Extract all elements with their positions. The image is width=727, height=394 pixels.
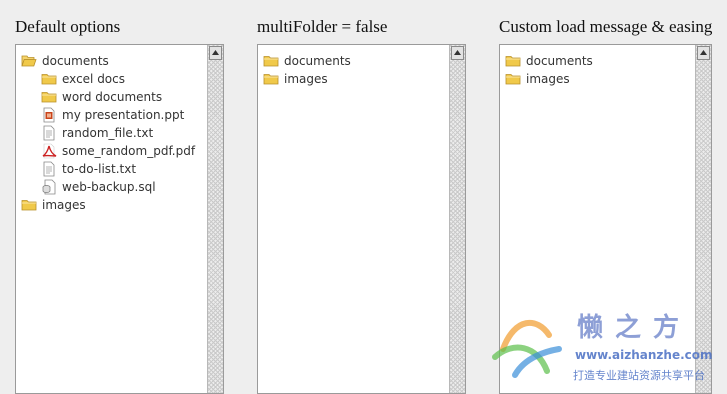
scroll-up-button[interactable] (697, 46, 710, 60)
watermark-url: www.aizhanzhe.com (575, 348, 713, 362)
tree-item-documents[interactable]: documents (258, 52, 451, 70)
demo-title: multiFolder = false (257, 17, 388, 36)
folder-icon (21, 200, 37, 211)
tree-item-label: images (526, 72, 570, 86)
vertical-scrollbar[interactable] (207, 45, 223, 393)
ppt-file-icon (43, 107, 55, 123)
folder-icon (263, 56, 279, 67)
tree-item-some-random-pdf[interactable]: some_random_pdf.pdf (16, 142, 209, 160)
arrow-up-icon (212, 50, 219, 55)
arrow-up-icon (700, 50, 707, 55)
tree-item-label: documents (526, 54, 593, 68)
tree-item-label: to-do-list.txt (62, 162, 137, 176)
file-tree: documents images (500, 52, 697, 88)
file-tree: documents excel docs word documents my p… (16, 52, 209, 214)
file-tree-panel[interactable]: documents excel docs word documents my p… (15, 44, 224, 394)
folder-icon (505, 74, 521, 85)
tree-item-to-do-list[interactable]: to-do-list.txt (16, 160, 209, 178)
folder-open-icon (21, 55, 37, 67)
tree-item-label: word documents (62, 90, 163, 104)
folder-icon (505, 56, 521, 67)
tree-item-label: web-backup.sql (62, 180, 156, 194)
tree-item-label: images (42, 198, 86, 212)
pdf-file-icon (42, 143, 57, 159)
arrow-up-icon (454, 50, 461, 55)
text-file-icon (43, 161, 55, 177)
tree-item-documents[interactable]: documents (16, 52, 209, 70)
tree-item-label: some_random_pdf.pdf (62, 144, 196, 158)
folder-icon (41, 92, 57, 103)
tree-item-label: documents (284, 54, 351, 68)
scroll-up-button[interactable] (209, 46, 222, 60)
text-file-icon (43, 125, 55, 141)
demo-title: Default options (15, 17, 121, 36)
tree-item-my-presentation[interactable]: my presentation.ppt (16, 106, 209, 124)
vertical-scrollbar[interactable] (449, 45, 465, 393)
tree-item-label: random_file.txt (62, 126, 154, 140)
tree-item-web-backup[interactable]: web-backup.sql (16, 178, 209, 196)
scroll-up-button[interactable] (451, 46, 464, 60)
watermark-slogan: 打造专业建站资源共享平台 (573, 369, 705, 382)
tree-item-label: images (284, 72, 328, 86)
database-file-icon (42, 179, 56, 195)
tree-item-random-file[interactable]: random_file.txt (16, 124, 209, 142)
tree-item-documents[interactable]: documents (500, 52, 697, 70)
folder-icon (263, 74, 279, 85)
tree-item-label: excel docs (62, 72, 125, 86)
watermark: 懒之方 www.aizhanzhe.com 打造专业建站资源共享平台 (485, 305, 727, 386)
tree-item-excel-docs[interactable]: excel docs (16, 70, 209, 88)
tree-item-label: my presentation.ppt (62, 108, 185, 122)
watermark-brand: 懒之方 (577, 313, 692, 343)
tree-item-label: documents (42, 54, 109, 68)
tree-item-images[interactable]: images (16, 196, 209, 214)
tree-item-images[interactable]: images (258, 70, 451, 88)
file-tree: documents images (258, 52, 451, 88)
folder-icon (41, 74, 57, 85)
file-tree-panel[interactable]: documents images (257, 44, 466, 394)
tree-item-images[interactable]: images (500, 70, 697, 88)
demo-title: Custom load message & easing (499, 17, 713, 36)
tree-item-word-documents[interactable]: word documents (16, 88, 209, 106)
